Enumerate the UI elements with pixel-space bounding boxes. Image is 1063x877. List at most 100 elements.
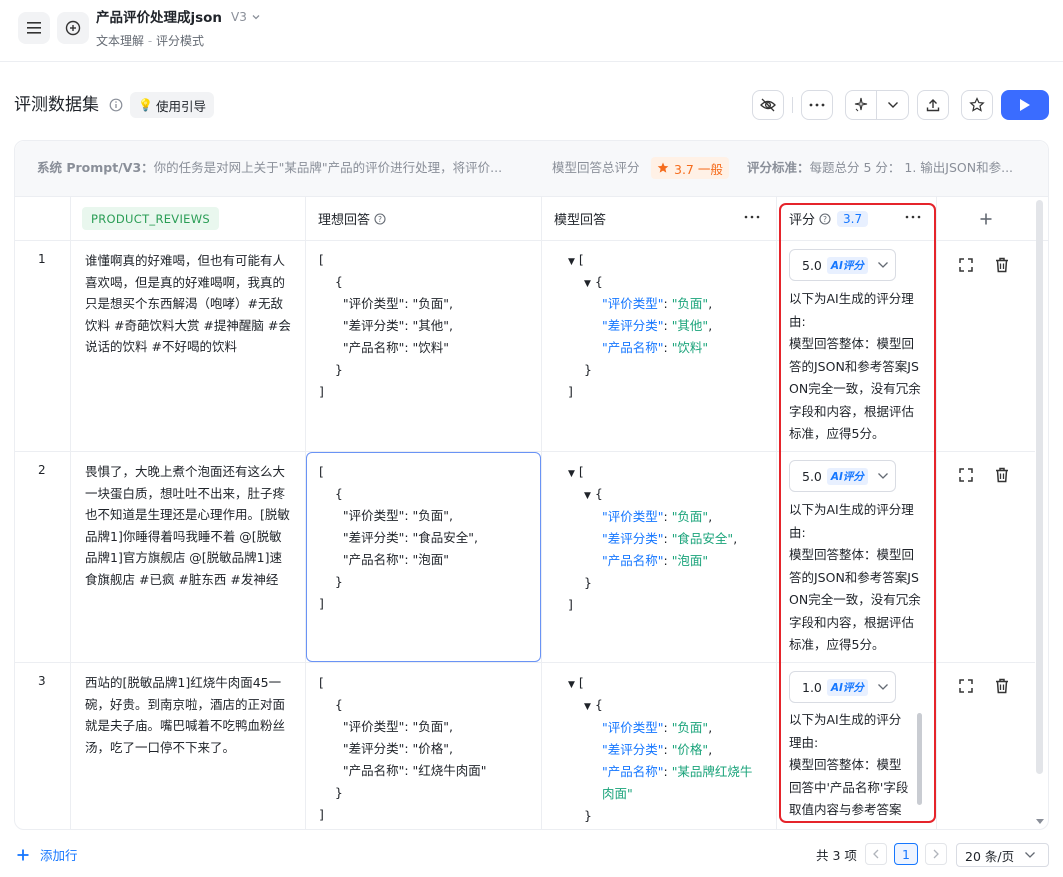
review-text[interactable]: 西站的[脱敏品牌1]红烧牛肉面45一碗，好贵。到南京啦，酒店的正对面就是夫子庙。…: [85, 672, 291, 758]
section-title: 评测数据集: [14, 95, 99, 115]
column-divider: [541, 197, 542, 830]
json-key: "产品名称": [602, 764, 664, 779]
column-header-input[interactable]: PRODUCT_REVIEWS: [82, 207, 220, 230]
help-icon[interactable]: ?: [374, 212, 386, 225]
expand-icon[interactable]: [957, 256, 975, 274]
json-key: "评价类型": [602, 509, 664, 524]
ai-generate-button[interactable]: [845, 90, 909, 120]
json-line: "评价类型": "负面",: [319, 508, 453, 523]
system-prompt-label: 系统 Prompt/V3：: [37, 160, 154, 175]
trash-icon[interactable]: [993, 256, 1011, 274]
more-icon: [809, 103, 825, 107]
json-line: "产品名称": "泡面": [319, 552, 450, 567]
lightbulb-icon: 💡: [138, 98, 153, 112]
json-key: "产品名称": [602, 340, 664, 355]
chevron-down-icon: [252, 15, 260, 20]
review-text[interactable]: 谁懂啊真的好难喝，但也有可能有人喜欢喝，但是真的好难喝啊，我真的只是想买个东西解…: [85, 250, 291, 358]
column-header-ideal[interactable]: 理想回答 ?: [318, 209, 386, 228]
trash-icon[interactable]: [993, 677, 1011, 695]
upload-icon: [926, 99, 940, 112]
prev-page-button[interactable]: [865, 843, 887, 865]
json-value: "负面": [671, 720, 709, 735]
chevron-right-icon: [933, 849, 939, 859]
json-line: }: [319, 785, 343, 800]
column-header-model[interactable]: 模型回答: [554, 209, 606, 228]
total-score-badge: 3.7 一般: [651, 157, 729, 179]
next-page-button[interactable]: [925, 843, 947, 865]
star-filled-icon: [657, 162, 669, 173]
column-title: 理想回答: [318, 213, 371, 228]
add-row-button[interactable]: 添加行: [16, 845, 78, 864]
json-value: "食品安全": [671, 531, 734, 546]
favorite-button[interactable]: [961, 90, 993, 120]
expand-icon[interactable]: [957, 677, 975, 695]
guide-button[interactable]: 💡 使用引导: [130, 92, 214, 118]
collapse-icon[interactable]: ▼: [568, 257, 575, 267]
info-icon[interactable]: [109, 98, 123, 112]
add-row-label: 添加行: [40, 848, 78, 863]
json-line: "差评分类": "其他",: [319, 318, 453, 333]
scroll-down-icon[interactable]: [1036, 819, 1044, 825]
breadcrumb-item: 评分模式: [156, 34, 205, 48]
page-title: 产品评价处理成json: [96, 10, 223, 26]
json-line: }: [319, 362, 343, 377]
collapse-icon[interactable]: ▼: [584, 491, 591, 501]
json-value: "其他": [671, 318, 709, 333]
review-text[interactable]: 畏惧了，大晚上煮个泡面还有这么大一块蛋白质，想吐吐不出来，肚子疼也不知道是生理还…: [85, 461, 291, 590]
collapse-icon[interactable]: ▼: [584, 279, 591, 289]
json-line: "评价类型": "负面",: [319, 296, 453, 311]
column-divider: [70, 197, 71, 830]
criteria-text: 每题总分 5 分： 1. 输出JSON和参...: [809, 160, 1014, 175]
system-prompt[interactable]: 系统 Prompt/V3：你的任务是对网上关于"某品牌"产品的评价进行处理，将评…: [37, 158, 502, 178]
column-divider: [936, 197, 937, 830]
json-key: "评价类型": [602, 720, 664, 735]
chevron-left-icon: [873, 849, 879, 859]
json-line: "产品名称": "红烧牛肉面": [319, 763, 487, 778]
json-value: "价格": [671, 742, 709, 757]
collapse-icon[interactable]: ▼: [568, 680, 575, 690]
json-value: "负面": [671, 509, 709, 524]
new-button[interactable]: [57, 12, 89, 44]
json-key: "评价类型": [602, 296, 664, 311]
svg-text:?: ?: [378, 215, 382, 224]
hide-button[interactable]: [752, 90, 784, 120]
version-label: V3: [231, 10, 247, 24]
collapse-icon[interactable]: ▼: [568, 469, 575, 479]
page-size-label: 20 条/页: [965, 848, 1015, 864]
json-line: "评价类型": "负面",: [319, 719, 453, 734]
divider: [792, 97, 793, 113]
json-value: "泡面": [671, 553, 709, 568]
collapse-icon[interactable]: ▼: [584, 702, 591, 712]
page-number-button[interactable]: 1: [894, 843, 918, 865]
more-button[interactable]: [801, 90, 833, 120]
menu-button[interactable]: [18, 12, 50, 44]
guide-label: 使用引导: [155, 98, 206, 114]
page-size-select[interactable]: 20 条/页: [956, 843, 1049, 867]
row-index: 3: [38, 674, 46, 688]
json-line: ]: [319, 596, 324, 611]
sparkle-icon: [854, 97, 868, 112]
json-line: ]: [319, 384, 324, 399]
star-icon: [969, 97, 985, 112]
json-line: [: [319, 252, 324, 267]
json-key: "差评分类": [602, 318, 664, 333]
json-line: "产品名称": "饮料": [319, 340, 450, 355]
play-icon: [1020, 99, 1030, 111]
json-line: [: [319, 464, 324, 479]
run-button[interactable]: [1001, 90, 1049, 120]
criteria[interactable]: 评分标准：每题总分 5 分： 1. 输出JSON和参...: [747, 158, 1013, 178]
json-value: "饮料": [671, 340, 709, 355]
breadcrumb: 文本理解 - 评分模式: [96, 32, 204, 50]
trash-icon[interactable]: [993, 466, 1011, 484]
plus-circle-icon: [65, 20, 81, 36]
add-column-icon[interactable]: [980, 213, 992, 225]
breadcrumb-separator: -: [147, 34, 153, 48]
total-score-value: 3.7 一般: [674, 161, 723, 177]
version-selector[interactable]: V3: [231, 10, 261, 24]
hamburger-icon: [27, 22, 41, 34]
more-icon[interactable]: [744, 215, 760, 219]
export-button[interactable]: [917, 90, 949, 120]
plus-icon: [17, 849, 29, 860]
table-scrollbar[interactable]: [1036, 200, 1043, 774]
expand-icon[interactable]: [957, 466, 975, 484]
